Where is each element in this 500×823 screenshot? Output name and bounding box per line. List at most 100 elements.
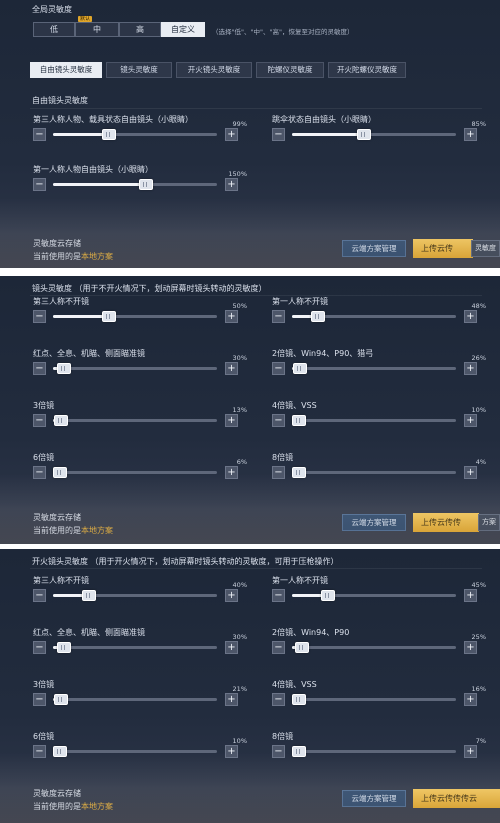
decrease-button[interactable]: − xyxy=(33,310,46,323)
tab-fire-camera[interactable]: 开火镜头灵敏度 xyxy=(176,62,252,78)
cloud-manage-button[interactable]: 云端方案管理 xyxy=(342,240,406,257)
tab-free-camera[interactable]: 自由镜头灵敏度 xyxy=(30,62,102,78)
slider-track[interactable] xyxy=(292,694,456,705)
preset-low-button[interactable]: 低 xyxy=(33,22,75,37)
slider-track[interactable] xyxy=(53,467,217,478)
tab-fire-gyro[interactable]: 开火陀螺仪灵敏度 xyxy=(328,62,406,78)
increase-button[interactable]: + xyxy=(464,641,477,654)
slider-thumb[interactable] xyxy=(292,694,306,705)
upload-cloud-button[interactable]: 上传云传传 xyxy=(413,513,479,532)
increase-button[interactable]: + xyxy=(464,745,477,758)
decrease-button[interactable]: − xyxy=(33,745,46,758)
slider-thumb[interactable] xyxy=(321,590,335,601)
preset-high-button[interactable]: 高 xyxy=(119,22,161,37)
decrease-button[interactable]: − xyxy=(272,693,285,706)
increase-button[interactable]: + xyxy=(225,745,238,758)
slider-track[interactable] xyxy=(53,179,217,190)
slider-track[interactable] xyxy=(53,311,217,322)
increase-button[interactable]: + xyxy=(225,589,238,602)
slider-percent: 4% xyxy=(475,458,486,466)
slider-percent: 16% xyxy=(471,685,486,693)
increase-button[interactable]: + xyxy=(225,128,238,141)
increase-button[interactable]: + xyxy=(225,414,238,427)
decrease-button[interactable]: − xyxy=(33,128,46,141)
slider-thumb[interactable] xyxy=(82,590,96,601)
cloud-manage-button[interactable]: 云端方案管理 xyxy=(342,514,406,531)
decrease-button[interactable]: − xyxy=(272,362,285,375)
slider-label: 第一人称不开镜 xyxy=(272,297,328,306)
slider-track[interactable] xyxy=(292,363,456,374)
slider-thumb[interactable] xyxy=(53,746,67,757)
slider-thumb[interactable] xyxy=(311,311,325,322)
increase-button[interactable]: + xyxy=(464,310,477,323)
increase-button[interactable]: + xyxy=(464,589,477,602)
decrease-button[interactable]: − xyxy=(33,362,46,375)
slider-thumb[interactable] xyxy=(54,415,68,426)
upload-cloud-button[interactable]: 上传云传 xyxy=(413,239,473,258)
cloud-manage-button[interactable]: 云端方案管理 xyxy=(342,790,406,807)
increase-button[interactable]: + xyxy=(225,641,238,654)
increase-button[interactable]: + xyxy=(225,466,238,479)
slider-track[interactable] xyxy=(53,694,217,705)
sensitivity-mini-button[interactable]: 灵敏度 xyxy=(471,240,500,257)
scheme-mini-button[interactable]: 方案 xyxy=(478,514,500,531)
slider-thumb[interactable] xyxy=(57,363,71,374)
slider-label: 第一人称不开镜 xyxy=(272,576,328,585)
slider-thumb[interactable] xyxy=(292,415,306,426)
slider-thumb[interactable] xyxy=(295,642,309,653)
increase-button[interactable]: + xyxy=(464,466,477,479)
increase-button[interactable]: + xyxy=(225,310,238,323)
decrease-button[interactable]: − xyxy=(272,466,285,479)
slider-track[interactable] xyxy=(53,363,217,374)
slider-thumb[interactable] xyxy=(53,467,67,478)
decrease-button[interactable]: − xyxy=(272,310,285,323)
decrease-button[interactable]: − xyxy=(33,641,46,654)
increase-button[interactable]: + xyxy=(225,693,238,706)
slider-track[interactable] xyxy=(292,642,456,653)
slider-thumb[interactable] xyxy=(54,694,68,705)
slider-thumb[interactable] xyxy=(102,311,116,322)
slider-track[interactable] xyxy=(53,415,217,426)
slider-track[interactable] xyxy=(292,590,456,601)
decrease-button[interactable]: − xyxy=(272,589,285,602)
decrease-button[interactable]: − xyxy=(272,641,285,654)
increase-button[interactable]: + xyxy=(225,362,238,375)
decrease-button[interactable]: − xyxy=(272,745,285,758)
decrease-button[interactable]: − xyxy=(272,414,285,427)
tab-gyro[interactable]: 陀螺仪灵敏度 xyxy=(256,62,324,78)
slider-track[interactable] xyxy=(53,746,217,757)
slider-track[interactable] xyxy=(292,746,456,757)
decrease-button[interactable]: − xyxy=(272,128,285,141)
preset-medium-button[interactable]: 中 xyxy=(75,22,119,37)
tab-camera[interactable]: 镜头灵敏度 xyxy=(106,62,172,78)
preset-custom-button[interactable]: 自定义 xyxy=(161,22,205,37)
slider-track[interactable] xyxy=(53,590,217,601)
decrease-button[interactable]: − xyxy=(33,414,46,427)
increase-button[interactable]: + xyxy=(464,414,477,427)
upload-cloud-button[interactable]: 上传云传传传云 xyxy=(413,789,500,808)
slider-thumb[interactable] xyxy=(357,129,371,140)
increase-button[interactable]: + xyxy=(464,362,477,375)
decrease-button[interactable]: − xyxy=(33,178,46,191)
slider-track[interactable] xyxy=(292,467,456,478)
decrease-button[interactable]: − xyxy=(33,466,46,479)
slider-thumb[interactable] xyxy=(292,746,306,757)
slider-track[interactable] xyxy=(53,129,217,140)
decrease-button[interactable]: − xyxy=(33,693,46,706)
slider-track[interactable] xyxy=(53,642,217,653)
slider-thumb[interactable] xyxy=(292,467,306,478)
slider-track[interactable] xyxy=(292,311,456,322)
slider-percent: 40% xyxy=(232,581,247,589)
slider-track[interactable] xyxy=(292,415,456,426)
increase-button[interactable]: + xyxy=(464,128,477,141)
slider-track[interactable] xyxy=(292,129,456,140)
slider-thumb[interactable] xyxy=(293,363,307,374)
slider-fill xyxy=(53,183,146,186)
increase-button[interactable]: + xyxy=(225,178,238,191)
slider-label: 8倍镜 xyxy=(272,453,294,462)
decrease-button[interactable]: − xyxy=(33,589,46,602)
slider-thumb[interactable] xyxy=(57,642,71,653)
increase-button[interactable]: + xyxy=(464,693,477,706)
slider-thumb[interactable] xyxy=(102,129,116,140)
slider-thumb[interactable] xyxy=(139,179,153,190)
